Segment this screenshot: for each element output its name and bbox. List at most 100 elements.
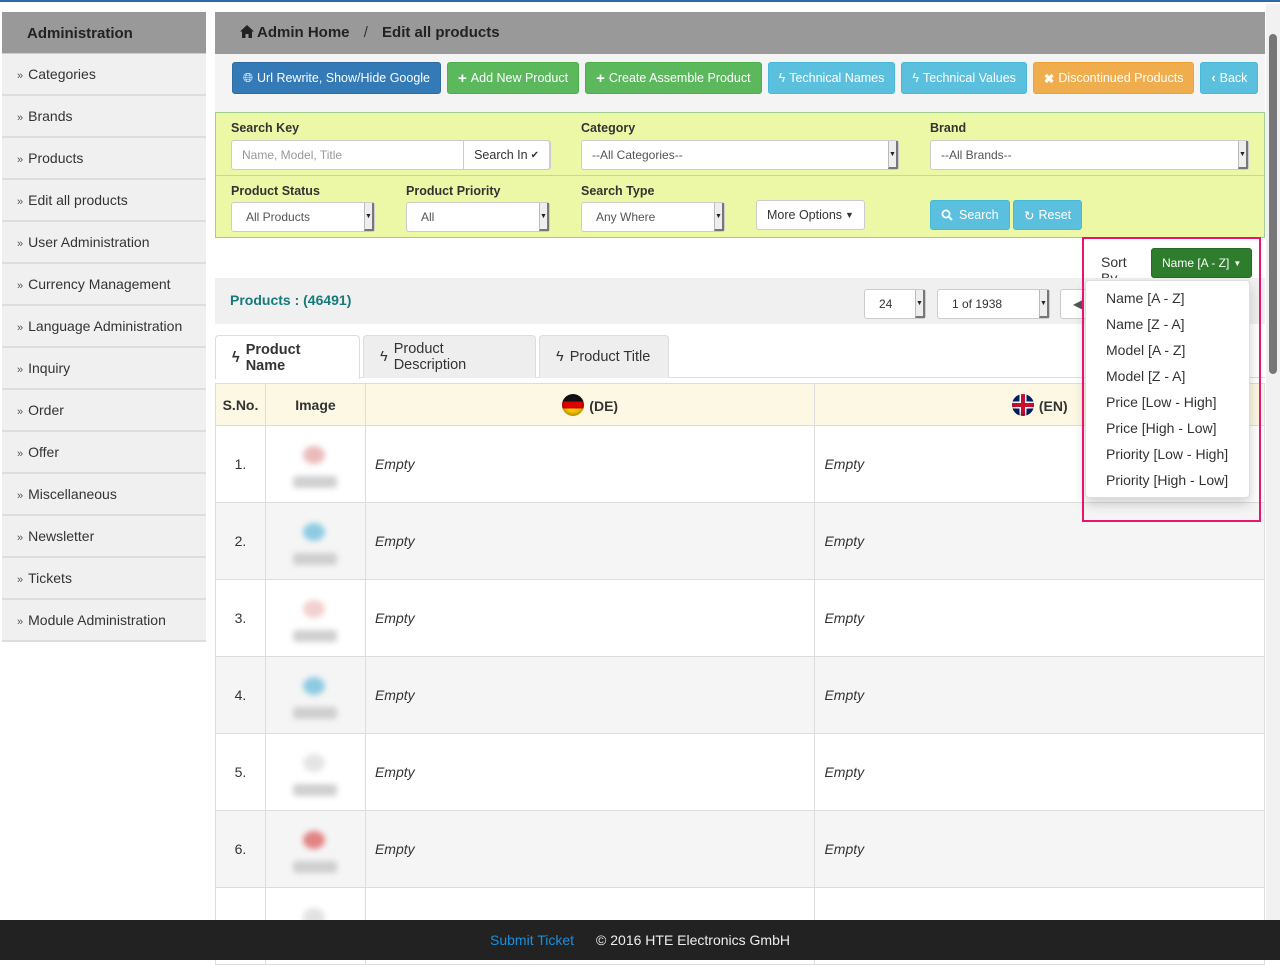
tab-product-title[interactable]: ϟ Product Title xyxy=(539,335,669,378)
tab-product-name[interactable]: ϟ Product Name xyxy=(215,335,360,379)
submit-ticket-link[interactable]: Submit Ticket xyxy=(490,932,574,948)
refresh-icon: ↻ xyxy=(1024,208,1035,223)
double-chevron-icon: » xyxy=(17,112,24,124)
product-name-de[interactable]: Empty xyxy=(364,425,816,503)
product-name-en[interactable]: Empty xyxy=(814,733,1265,811)
search-in-button[interactable]: Search In ✔︎ xyxy=(463,140,550,170)
category-select[interactable]: --All Categories-- ▼ xyxy=(581,140,899,170)
product-thumbnail[interactable] xyxy=(283,740,347,804)
caret-down-icon: ▼ xyxy=(1039,290,1049,318)
double-chevron-icon: » xyxy=(17,322,24,334)
chevron-down-icon: ✔︎ xyxy=(530,149,539,161)
plus-icon: + xyxy=(458,69,467,87)
brand-select[interactable]: --All Brands-- ▼ xyxy=(930,140,1249,170)
caret-down-icon: ▼ xyxy=(1238,141,1248,169)
sort-option[interactable]: Price [Low - High] xyxy=(1086,390,1249,416)
product-name-de[interactable]: Empty xyxy=(364,579,816,657)
table-row: 3. Empty Empty xyxy=(215,579,1265,657)
sidebar-item-currency-management[interactable]: » Currency Management xyxy=(2,264,206,306)
search-type-label: Search Type xyxy=(581,184,655,198)
search-button[interactable]: Search xyxy=(930,200,1010,230)
product-thumbnail[interactable] xyxy=(283,663,347,727)
add-new-product-button[interactable]: + Add New Product xyxy=(447,62,580,94)
product-thumbnail[interactable] xyxy=(283,586,347,650)
chevron-left-icon: ‹ xyxy=(1211,71,1216,85)
product-image-cell xyxy=(264,810,366,888)
product-thumbnail[interactable] xyxy=(283,817,347,881)
sidebar-item-products[interactable]: » Products xyxy=(2,138,206,180)
filter-divider xyxy=(216,175,1264,176)
technical-names-button[interactable]: ϟ Technical Names xyxy=(767,62,896,94)
table-row: 2. Empty Empty xyxy=(215,502,1265,580)
product-priority-select[interactable]: All ▼ xyxy=(406,202,550,232)
sidebar-item-offer[interactable]: » Offer xyxy=(2,432,206,474)
search-key-input[interactable]: Name, Model, Title Search In ✔︎ xyxy=(231,140,551,170)
search-type-select[interactable]: Any Where ▼ xyxy=(581,202,725,232)
technical-values-button[interactable]: ϟ Technical Values xyxy=(901,62,1027,94)
footer: Submit Ticket © 2016 HTE Electronics Gmb… xyxy=(0,920,1280,960)
product-thumbnail[interactable] xyxy=(283,432,347,496)
times-icon: ✖ xyxy=(1043,71,1055,86)
sort-option[interactable]: Priority [High - Low] xyxy=(1086,468,1249,494)
sidebar-item-miscellaneous[interactable]: » Miscellaneous xyxy=(2,474,206,516)
sort-dropdown-button[interactable]: Name [A - Z] ▼ xyxy=(1151,248,1253,278)
sidebar-item-language-administration[interactable]: » Language Administration xyxy=(2,306,206,348)
discontinued-products-button[interactable]: ✖ Discontinued Products xyxy=(1032,62,1195,94)
page-scrollbar[interactable] xyxy=(1266,4,1280,922)
double-chevron-icon: » xyxy=(17,196,24,208)
product-name-de[interactable]: Empty xyxy=(364,656,816,734)
product-name-de[interactable]: Empty xyxy=(364,502,816,580)
reset-button[interactable]: ↻ Reset xyxy=(1013,200,1083,230)
sidebar-item-label: Language Administration xyxy=(28,318,183,334)
sort-option[interactable]: Price [High - Low] xyxy=(1086,416,1249,442)
per-page-select[interactable]: 24 ▼ xyxy=(864,289,926,319)
sidebar-item-label: Module Administration xyxy=(28,612,166,628)
table-row: 5. Empty Empty xyxy=(215,733,1265,811)
product-name-en[interactable]: Empty xyxy=(814,656,1265,734)
sidebar-item-tickets[interactable]: » Tickets xyxy=(2,558,206,600)
sidebar-item-inquiry[interactable]: » Inquiry xyxy=(2,348,206,390)
sidebar-item-order[interactable]: » Order xyxy=(2,390,206,432)
uk-flag-icon xyxy=(1011,393,1034,416)
sidebar-item-user-administration[interactable]: » User Administration xyxy=(2,222,206,264)
sort-option[interactable]: Name [Z - A] xyxy=(1086,312,1249,338)
sidebar-item-newsletter[interactable]: » Newsletter xyxy=(2,516,206,558)
product-name-en[interactable]: Empty xyxy=(814,810,1265,888)
search-icon xyxy=(941,209,953,221)
header-de: (DE) xyxy=(364,383,816,426)
sidebar-item-label: Newsletter xyxy=(28,528,95,544)
sidebar-item-categories[interactable]: » Categories xyxy=(2,54,206,96)
sort-option[interactable]: Model [Z - A] xyxy=(1086,364,1249,390)
row-number: 2. xyxy=(215,502,266,580)
url-rewrite-button[interactable]: 🌐︎ Url Rewrite, Show/Hide Google xyxy=(232,62,442,94)
main-content: Admin Home / Edit all products 🌐︎ Url Rew… xyxy=(215,12,1265,965)
page-select[interactable]: 1 of 1938 ▼ xyxy=(937,289,1050,319)
breadcrumb-home[interactable]: Admin Home xyxy=(240,24,354,41)
create-assemble-product-button[interactable]: + Create Assemble Product xyxy=(585,62,762,94)
thumbnail-label xyxy=(293,553,338,565)
product-name-de[interactable]: Empty xyxy=(364,810,816,888)
sort-option[interactable]: Priority [Low - High] xyxy=(1086,442,1249,468)
sidebar-item-brands[interactable]: » Brands xyxy=(2,96,206,138)
product-thumbnail[interactable] xyxy=(283,509,347,573)
more-options-button[interactable]: More Options ▼ xyxy=(756,200,865,230)
double-chevron-icon: » xyxy=(17,574,24,586)
product-status-select[interactable]: All Products ▼ xyxy=(231,202,375,232)
double-chevron-icon: » xyxy=(17,616,24,628)
caret-left-icon: ◀ xyxy=(1073,297,1083,311)
sidebar-item-module-administration[interactable]: » Module Administration xyxy=(2,600,206,642)
product-name-en[interactable]: Empty xyxy=(814,502,1265,580)
sort-option[interactable]: Name [A - Z] xyxy=(1086,286,1249,312)
scrollbar-thumb[interactable] xyxy=(1269,34,1277,374)
product-name-de[interactable]: Empty xyxy=(364,733,816,811)
back-button[interactable]: ‹ Back xyxy=(1200,62,1259,94)
sidebar-item-label: Categories xyxy=(28,66,96,82)
row-number: 6. xyxy=(215,810,266,888)
sidebar-item-label: Currency Management xyxy=(28,276,171,292)
sidebar-item-edit-all-products[interactable]: » Edit all products xyxy=(2,180,206,222)
sort-option[interactable]: Model [A - Z] xyxy=(1086,338,1249,364)
toolbar: 🌐︎ Url Rewrite, Show/Hide Google + Add New… xyxy=(215,54,1265,112)
tab-product-description[interactable]: ϟ Product Description xyxy=(363,335,536,378)
double-chevron-icon: » xyxy=(17,364,24,376)
product-name-en[interactable]: Empty xyxy=(814,579,1265,657)
